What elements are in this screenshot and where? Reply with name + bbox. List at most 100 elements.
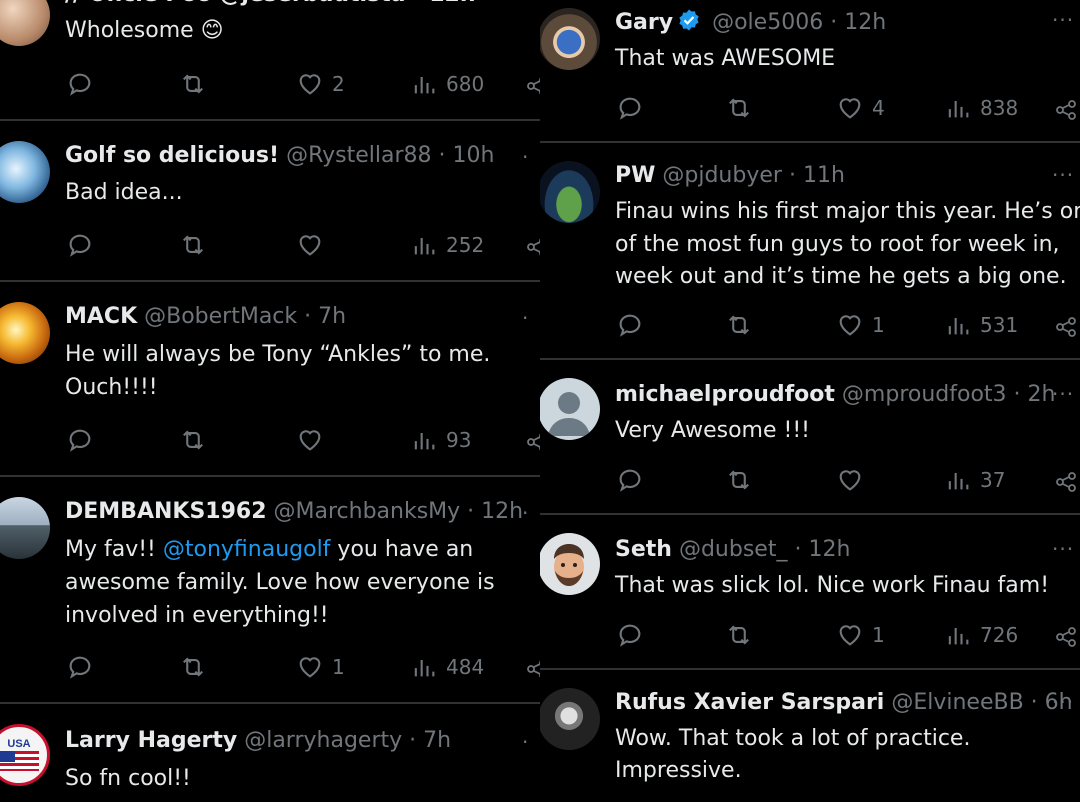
- post-pw[interactable]: PW @pjdubyer · 11h ··· Finau wins his fi…: [540, 143, 1080, 358]
- post-golf-so-delicious[interactable]: Golf so delicious! @Rystellar88 · 10h · …: [0, 121, 540, 279]
- display-name[interactable]: michaelproudfoot: [615, 382, 835, 407]
- timestamp[interactable]: 10h: [453, 143, 495, 168]
- reply-button[interactable]: [616, 311, 644, 339]
- more-options-button[interactable]: ···: [1052, 8, 1074, 32]
- like-button[interactable]: [836, 466, 864, 494]
- more-options-button[interactable]: ·: [522, 501, 529, 525]
- avatar[interactable]: [540, 8, 600, 70]
- views-button[interactable]: 93: [410, 426, 471, 454]
- avatar[interactable]: [0, 141, 50, 203]
- like-button[interactable]: 1: [296, 653, 345, 681]
- views-button[interactable]: 838: [944, 94, 1018, 122]
- like-button[interactable]: 4: [836, 94, 885, 122]
- post-rufus-xavier-sarspari[interactable]: Rufus Xavier Sarspari @ElvineeBB · 6h ··…: [540, 670, 1080, 802]
- post-dembanks1962[interactable]: DEMBANKS1962 @MarchbanksMy · 12h · My fa…: [0, 477, 540, 702]
- share-button[interactable]: [525, 72, 540, 100]
- post-header: michaelproudfoot @mproudfoot3 · 2h: [615, 380, 1056, 410]
- timestamp[interactable]: 11h: [803, 163, 845, 188]
- share-button[interactable]: [1054, 468, 1078, 496]
- post-gary[interactable]: Gary @ole5006 · 12h ··· That was AWESOME…: [540, 0, 1080, 142]
- post-mack[interactable]: MACK @BobertMack · 7h · He will always b…: [0, 282, 540, 475]
- views-button[interactable]: 252: [410, 231, 484, 259]
- more-options-button[interactable]: ···: [1052, 537, 1074, 561]
- share-button[interactable]: [1054, 623, 1078, 651]
- like-button[interactable]: 1: [836, 621, 885, 649]
- more-options-button[interactable]: ·: [522, 306, 529, 330]
- handle[interactable]: @pjdubyer: [662, 163, 782, 188]
- handle[interactable]: @Rystellar88: [286, 143, 431, 168]
- handle[interactable]: @ole5006: [712, 10, 823, 35]
- timestamp[interactable]: 7h: [318, 304, 346, 329]
- reply-button[interactable]: [66, 70, 94, 98]
- handle[interactable]: @larryhagerty: [244, 728, 402, 753]
- display-name[interactable]: PW: [615, 163, 655, 188]
- retweet-button[interactable]: [178, 231, 208, 259]
- more-options-button[interactable]: ·: [522, 730, 529, 754]
- handle[interactable]: @MarchbanksMy: [274, 499, 461, 524]
- post-header: Golf so delicious! @Rystellar88 · 10h: [65, 141, 494, 171]
- timestamp[interactable]: 12h: [844, 10, 886, 35]
- avatar[interactable]: [0, 0, 50, 46]
- retweet-button[interactable]: [724, 466, 754, 494]
- share-button[interactable]: [525, 655, 540, 683]
- retweet-button[interactable]: [724, 94, 754, 122]
- view-count: 680: [446, 72, 485, 96]
- more-options-button[interactable]: ···: [1052, 382, 1074, 406]
- avatar[interactable]: USA: [0, 724, 50, 786]
- more-options-button[interactable]: ·: [522, 145, 529, 169]
- avatar[interactable]: [540, 533, 600, 595]
- share-button[interactable]: [1054, 96, 1078, 124]
- more-options-button[interactable]: ···: [1052, 163, 1074, 187]
- mention-link[interactable]: @tonyfinaugolf: [163, 537, 331, 562]
- avatar[interactable]: [0, 302, 50, 364]
- handle[interactable]: @ElvineeBB: [891, 690, 1023, 715]
- like-button[interactable]: [296, 231, 324, 259]
- avatar[interactable]: [0, 497, 50, 559]
- display-name[interactable]: DEMBANKS1962: [65, 499, 267, 524]
- reply-button[interactable]: [66, 653, 94, 681]
- display-name[interactable]: Gary: [615, 10, 673, 35]
- share-button[interactable]: [1054, 313, 1078, 341]
- share-icon: [527, 433, 540, 451]
- retweet-button[interactable]: [178, 653, 208, 681]
- retweet-button[interactable]: [724, 311, 754, 339]
- views-icon: [948, 318, 969, 335]
- share-button[interactable]: [525, 428, 540, 456]
- views-button[interactable]: 484: [410, 653, 484, 681]
- like-button[interactable]: 1: [836, 311, 885, 339]
- retweet-button[interactable]: [724, 621, 754, 649]
- handle[interactable]: @BobertMack: [144, 304, 297, 329]
- like-button[interactable]: 2: [296, 70, 345, 98]
- views-button[interactable]: 680: [410, 70, 484, 98]
- like-button[interactable]: [296, 426, 324, 454]
- timestamp[interactable]: 12h: [808, 537, 850, 562]
- timestamp[interactable]: 7h: [423, 728, 451, 753]
- display-name[interactable]: Larry Hagerty: [65, 728, 237, 753]
- display-name[interactable]: Golf so delicious!: [65, 143, 279, 168]
- post-seth[interactable]: Seth @dubset_ · 12h ··· That was slick l…: [540, 515, 1080, 668]
- avatar[interactable]: [540, 378, 600, 440]
- reply-button[interactable]: [66, 426, 94, 454]
- more-options-button[interactable]: ···: [1052, 690, 1074, 714]
- share-button[interactable]: [525, 233, 540, 261]
- avatar[interactable]: [540, 161, 600, 223]
- views-button[interactable]: 726: [944, 621, 1018, 649]
- retweet-button[interactable]: [178, 426, 208, 454]
- avatar[interactable]: [540, 688, 600, 750]
- timestamp[interactable]: 12h: [481, 499, 523, 524]
- display-name[interactable]: MACK: [65, 304, 137, 329]
- display-name[interactable]: Seth: [615, 537, 672, 562]
- display-name[interactable]: Rufus Xavier Sarspari: [615, 690, 884, 715]
- handle[interactable]: @mproudfoot3: [842, 382, 1007, 407]
- reply-button[interactable]: [616, 94, 644, 122]
- post-larry-hagerty[interactable]: USA Larry Hagerty @larryhagerty · 7h · S…: [0, 704, 540, 802]
- reply-button[interactable]: [66, 231, 94, 259]
- retweet-button[interactable]: [178, 70, 208, 98]
- post-uncle-poo[interactable]: // Uncle Poo @jeserbautista · 12h Wholes…: [0, 0, 540, 120]
- reply-button[interactable]: [616, 466, 644, 494]
- views-button[interactable]: 37: [944, 466, 1005, 494]
- views-button[interactable]: 531: [944, 311, 1018, 339]
- handle[interactable]: @dubset_: [679, 537, 788, 562]
- reply-button[interactable]: [616, 621, 644, 649]
- post-michaelproudfoot[interactable]: michaelproudfoot @mproudfoot3 · 2h ··· V…: [540, 360, 1080, 513]
